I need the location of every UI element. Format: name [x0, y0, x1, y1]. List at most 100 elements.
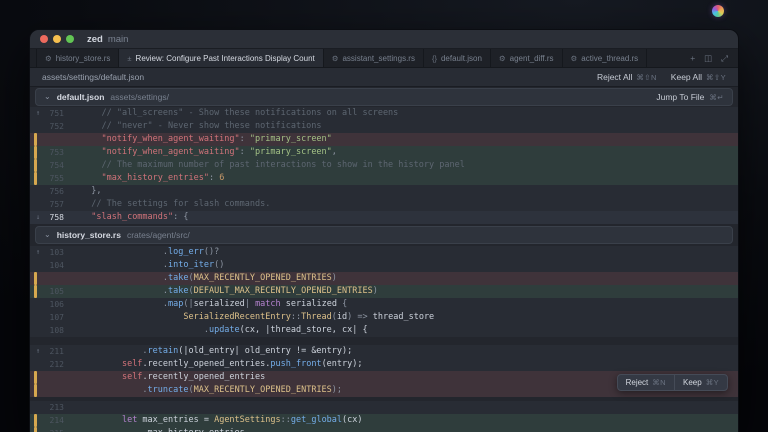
- diff-change-marker: [34, 414, 37, 427]
- tab[interactable]: ⚙assistant_settings.rs: [324, 49, 424, 67]
- gutter-space: [30, 384, 46, 397]
- code-line: 107 SerializedRecentEntry::Thread(id) =>…: [30, 311, 738, 324]
- keep-all-shortcut: ⌘⇧Y: [706, 73, 726, 82]
- diff-change-marker: [34, 371, 37, 384]
- code-text: .take(MAX_RECENTLY_OPENED_ENTRIES): [64, 272, 738, 285]
- tab-label: agent_diff.rs: [510, 54, 554, 63]
- keep-all-button[interactable]: Keep All ⌘⇧Y: [671, 72, 726, 82]
- line-number: 104: [46, 259, 64, 272]
- titlebar: zed main: [30, 30, 738, 49]
- tab[interactable]: ⚙active_thread.rs: [563, 49, 648, 67]
- diff-change-marker: [34, 272, 37, 285]
- tab[interactable]: {}default.json: [424, 49, 491, 67]
- code-text: // "never" - Never show these notificati…: [64, 120, 738, 133]
- jump-to-file-shortcut: ⌘↵: [709, 93, 724, 102]
- plus-icon[interactable]: +: [690, 53, 695, 63]
- excerpt-file-path: assets/settings/: [110, 92, 169, 102]
- code-text: .into_iter(): [64, 259, 738, 272]
- code-text: },: [64, 185, 738, 198]
- gutter-space: [30, 120, 46, 133]
- diff-file-icon: ±: [127, 54, 131, 63]
- code-line: "notify_when_agent_waiting": "primary_sc…: [30, 133, 738, 146]
- code-text: SerializedRecentEntry::Thread(id) => thr…: [64, 311, 738, 324]
- gutter-space: [30, 401, 46, 414]
- excerpt-file-name: history_store.rs: [57, 230, 121, 240]
- code-excerpt-history-store: ↑103 .log_err()?104 .into_iter() .take(M…: [30, 246, 738, 432]
- reject-hunk-label: Reject: [626, 378, 649, 387]
- excerpt-file-name: default.json: [57, 92, 105, 102]
- gutter-space: [30, 198, 46, 211]
- tab-strip: ⚙history_store.rs ± Review: Configure Past…: [30, 49, 647, 67]
- code-line: ↑103 .log_err()?: [30, 246, 738, 259]
- gutter-space: [30, 414, 46, 427]
- code-line: 105 .take(DEFAULT_MAX_RECENTLY_OPENED_EN…: [30, 285, 738, 298]
- tab[interactable]: ⚙ agent_diff.rs: [491, 49, 563, 67]
- gutter-space: [30, 311, 46, 324]
- expand-hunk-arrow-icon[interactable]: ↑: [30, 246, 46, 259]
- code-text: "slash_commands": {: [64, 211, 738, 224]
- diff-change-marker: [34, 384, 37, 397]
- line-number: 106: [46, 298, 64, 311]
- diff-change-marker: [34, 159, 37, 172]
- line-number: 755: [46, 172, 64, 185]
- close-window-button[interactable]: [40, 35, 48, 43]
- line-number: [46, 133, 64, 146]
- reject-hunk-button[interactable]: Reject ⌘N: [618, 375, 674, 390]
- gutter-space: [30, 358, 46, 371]
- keep-hunk-shortcut: ⌘Y: [706, 378, 719, 387]
- code-text: .take(DEFAULT_MAX_RECENTLY_OPENED_ENTRIE…: [64, 285, 738, 298]
- reject-all-button[interactable]: Reject All ⌘⇧N: [597, 72, 657, 82]
- code-text: // The settings for slash commands.: [64, 198, 738, 211]
- code-line: ↑211 .retain(|old_entry| old_entry != &e…: [30, 345, 738, 358]
- gutter-space: [30, 185, 46, 198]
- code-line: 756 },: [30, 185, 738, 198]
- line-number: 211: [46, 345, 64, 358]
- line-number: 108: [46, 324, 64, 337]
- gutter-space: [30, 133, 46, 146]
- zoom-icon[interactable]: ⤢: [721, 53, 728, 64]
- reject-hunk-shortcut: ⌘N: [652, 378, 666, 387]
- gutter-space: [30, 427, 46, 432]
- diff-change-marker: [34, 146, 37, 159]
- reject-all-shortcut: ⌘⇧N: [636, 73, 656, 82]
- tab-label: Review: Configure Past Interactions Disp…: [136, 54, 315, 63]
- chevron-down-icon: ⌄: [44, 231, 51, 239]
- minimize-window-button[interactable]: [53, 35, 61, 43]
- excerpt-file-path: crates/agent/src/: [127, 230, 190, 240]
- jump-to-file-button[interactable]: Jump To File ⌘↵: [656, 92, 724, 102]
- diff-change-marker: [34, 285, 37, 298]
- gutter-space: [30, 324, 46, 337]
- gutter-space: [30, 285, 46, 298]
- jump-to-file-label: Jump To File: [656, 92, 704, 102]
- expand-hunk-arrow-icon[interactable]: ↑: [30, 345, 46, 358]
- tab[interactable]: ⚙history_store.rs: [36, 49, 119, 67]
- breadcrumb[interactable]: assets/settings/default.json: [42, 72, 144, 82]
- maximize-window-button[interactable]: [66, 35, 74, 43]
- excerpt-header-history-store[interactable]: ⌄ history_store.rs crates/agent/src/: [35, 226, 733, 244]
- project-name[interactable]: zed: [87, 34, 103, 45]
- code-line: ↑751 // "all_screens" - Show these notif…: [30, 107, 738, 120]
- zed-window: zed main ⚙history_store.rs±Review: Confi…: [30, 30, 738, 432]
- code-text: "notify_when_agent_waiting": "primary_sc…: [64, 146, 738, 159]
- split-pane-icon[interactable]: ◫: [704, 53, 712, 64]
- rust-file-icon: ⚙: [499, 54, 506, 63]
- gutter-space: [30, 298, 46, 311]
- gutter-space: [30, 146, 46, 159]
- keep-hunk-button[interactable]: Keep ⌘Y: [675, 375, 727, 390]
- json-file-icon: {}: [432, 54, 437, 63]
- code-line: 215 .max_history_entries: [30, 427, 738, 432]
- line-number: [46, 272, 64, 285]
- line-number: 754: [46, 159, 64, 172]
- tab[interactable]: ± Review: Configure Past Interactions Dis…: [119, 49, 323, 67]
- desktop-decoration-icon: [712, 5, 724, 17]
- git-branch-label[interactable]: main: [108, 34, 129, 45]
- line-number: 105: [46, 285, 64, 298]
- code-excerpt-default-json: ↑751 // "all_screens" - Show these notif…: [30, 107, 738, 224]
- expand-hunk-arrow-icon[interactable]: ↓: [30, 211, 46, 224]
- code-line: 108 .update(cx, |thread_store, cx| {: [30, 324, 738, 337]
- code-text: let max_entries = AgentSettings::get_glo…: [64, 414, 738, 427]
- gutter-space: [30, 159, 46, 172]
- excerpt-header-default-json[interactable]: ⌄ default.json assets/settings/ Jump To …: [35, 88, 733, 106]
- expand-hunk-arrow-icon[interactable]: ↑: [30, 107, 46, 120]
- tab-bar: ⚙history_store.rs ± Review: Configure Past…: [30, 49, 738, 68]
